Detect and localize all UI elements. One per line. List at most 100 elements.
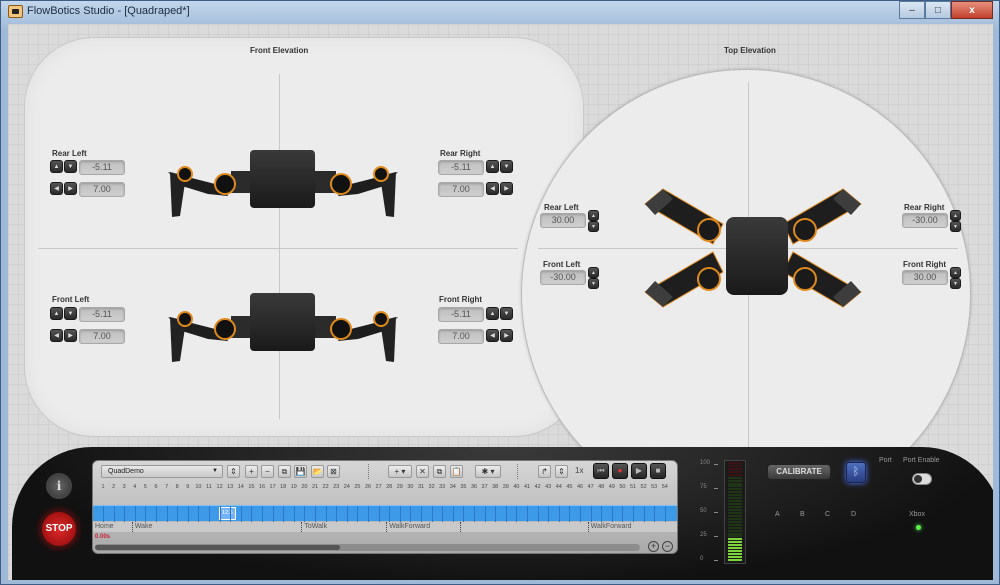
segment-label[interactable]: ToWalk xyxy=(301,522,327,532)
joint-icon xyxy=(177,311,193,327)
front-rear-right-value2[interactable]: 7.00 xyxy=(438,182,484,197)
front-front-left-value1[interactable]: -5.11 xyxy=(79,307,125,322)
top-front-right-value[interactable]: 30.00 xyxy=(902,270,948,285)
up-arrow-icon[interactable]: ▲ xyxy=(588,267,599,278)
right-arrow-icon[interactable]: ▶ xyxy=(500,329,513,342)
down-arrow-icon[interactable]: ▼ xyxy=(64,160,77,173)
minimize-button[interactable]: – xyxy=(899,1,925,19)
meter-segment xyxy=(728,550,742,553)
meter-segment xyxy=(728,479,742,482)
timeline-track[interactable]: 12.5 xyxy=(93,505,677,522)
meter-segment xyxy=(728,532,742,535)
stop-icon[interactable]: ■ xyxy=(650,463,666,479)
ruler-tick-label: 38 xyxy=(492,484,499,490)
cut-icon[interactable]: ✕ xyxy=(416,465,429,478)
left-arrow-icon[interactable]: ◀ xyxy=(486,329,499,342)
up-arrow-icon[interactable]: ▲ xyxy=(950,210,961,221)
save-icon[interactable]: 💾 xyxy=(294,465,307,478)
up-arrow-icon[interactable]: ▲ xyxy=(950,267,961,278)
down-arrow-icon[interactable]: ▼ xyxy=(950,221,961,232)
front-rear-right-value1[interactable]: -5.11 xyxy=(438,160,484,175)
paste-icon[interactable]: 📋 xyxy=(450,465,463,478)
timeline-ruler[interactable]: 1 2 3 4 5 6 7 8 9 10 11 12 13 14 15 16 17 18 19 20 21 22 23 24 2… xyxy=(93,481,677,501)
stop-button[interactable]: STOP xyxy=(39,509,79,549)
down-arrow-icon[interactable]: ▼ xyxy=(500,160,513,173)
up-arrow-icon[interactable]: ▲ xyxy=(486,307,499,320)
add-icon[interactable]: + xyxy=(245,465,258,478)
front-front-right-value1[interactable]: -5.11 xyxy=(438,307,484,322)
meter-segment xyxy=(728,541,742,544)
frame-divider xyxy=(505,506,507,522)
up-arrow-icon[interactable]: ▲ xyxy=(588,210,599,221)
front-rear-left-value1[interactable]: -5.11 xyxy=(79,160,125,175)
front-rear-left-value2[interactable]: 7.00 xyxy=(79,182,125,197)
segment-label[interactable] xyxy=(460,522,463,532)
copy-icon[interactable]: ⧉ xyxy=(278,465,291,478)
open-folder-icon[interactable]: 📂 xyxy=(311,465,324,478)
add-menu-icon[interactable]: + ▾ xyxy=(388,465,412,478)
up-arrow-icon[interactable]: ▲ xyxy=(50,307,63,320)
frame-divider xyxy=(431,506,433,522)
record-icon[interactable]: ● xyxy=(612,463,628,479)
top-rear-left-value[interactable]: 30.00 xyxy=(540,213,586,228)
duplicate-icon[interactable]: ⧉ xyxy=(433,465,446,478)
top-front-left-value[interactable]: -30.00 xyxy=(540,270,586,285)
segment-label[interactable]: WalkForward xyxy=(587,522,632,532)
right-arrow-icon[interactable]: ▶ xyxy=(64,329,77,342)
up-arrow-icon[interactable]: ▲ xyxy=(50,160,63,173)
left-arrow-icon[interactable]: ◀ xyxy=(486,182,499,195)
front-front-right-value2[interactable]: 7.00 xyxy=(438,329,484,344)
segment-label[interactable]: Home xyxy=(93,522,114,532)
down-arrow-icon[interactable]: ▼ xyxy=(64,307,77,320)
meter-segment xyxy=(728,517,742,520)
scrollbar-thumb[interactable] xyxy=(95,545,340,550)
segment-label[interactable]: WalkForward xyxy=(386,522,430,532)
zoom-out-icon[interactable]: − xyxy=(662,541,673,552)
info-button[interactable]: i xyxy=(46,473,72,499)
playhead-frame[interactable]: 12.5 xyxy=(218,507,236,520)
down-arrow-icon[interactable]: ▼ xyxy=(588,221,599,232)
frame-divider xyxy=(399,506,401,522)
maximize-button[interactable]: □ xyxy=(925,1,951,19)
rewind-icon[interactable]: ⏮ xyxy=(593,463,609,479)
settings-gear-icon[interactable]: ✱ ▾ xyxy=(475,465,501,478)
down-arrow-icon[interactable]: ▼ xyxy=(950,278,961,289)
sequence-select[interactable]: QuadDemo ▼ xyxy=(101,465,223,478)
timeline-scrollbar[interactable] xyxy=(95,544,640,551)
zoom-in-icon[interactable]: + xyxy=(648,541,659,552)
bluetooth-icon[interactable]: ᛒ xyxy=(846,462,866,483)
front-rear-right-label: Rear Right xyxy=(440,149,481,158)
loop-icon[interactable]: ↱ xyxy=(538,465,551,478)
down-arrow-icon[interactable]: ▼ xyxy=(500,307,513,320)
channel-c[interactable]: C xyxy=(825,511,830,518)
top-rear-right-value[interactable]: -30.00 xyxy=(902,213,948,228)
playback-speed: 1x xyxy=(575,466,584,475)
left-arrow-icon[interactable]: ◀ xyxy=(50,182,63,195)
delete-icon[interactable]: ⊠ xyxy=(327,465,340,478)
port-enable-toggle[interactable] xyxy=(912,473,932,485)
front-front-left-value2[interactable]: 7.00 xyxy=(79,329,125,344)
meter-scale-tick xyxy=(714,512,718,513)
up-arrow-icon[interactable]: ▲ xyxy=(486,160,499,173)
remove-icon[interactable]: − xyxy=(261,465,274,478)
left-arrow-icon[interactable]: ◀ xyxy=(50,329,63,342)
play-icon[interactable]: ▶ xyxy=(631,463,647,479)
channel-d[interactable]: D xyxy=(851,511,856,518)
ruler-tick-label: 13 xyxy=(227,484,234,490)
sequence-stepper-icon[interactable]: ⇕ xyxy=(227,465,240,478)
right-arrow-icon[interactable]: ▶ xyxy=(64,182,77,195)
ruler-tick-label: 51 xyxy=(629,484,637,490)
top-front-left-label: Front Left xyxy=(543,260,581,269)
top-front-right-stepper: ▲ ▼ xyxy=(950,267,961,289)
close-button[interactable]: x xyxy=(951,1,993,19)
title-bar: FlowBotics Studio - [Quadraped*] – □ x xyxy=(1,1,999,23)
speed-stepper-icon[interactable]: ⇕ xyxy=(555,465,568,478)
ruler-tick-label: 11 xyxy=(206,484,212,490)
right-arrow-icon[interactable]: ▶ xyxy=(500,182,513,195)
channel-b[interactable]: B xyxy=(800,511,805,518)
channel-a[interactable]: A xyxy=(775,511,780,518)
calibrate-button[interactable]: CALIBRATE xyxy=(767,464,831,480)
down-arrow-icon[interactable]: ▼ xyxy=(588,278,599,289)
timeline-toolbar: QuadDemo ▼ ⇕ + − ⧉ 💾 📂 ⊠ + ▾ ✕ ⧉ 📋 ✱ ▾ ↱… xyxy=(93,461,677,481)
segment-label[interactable]: Wake xyxy=(131,522,152,532)
